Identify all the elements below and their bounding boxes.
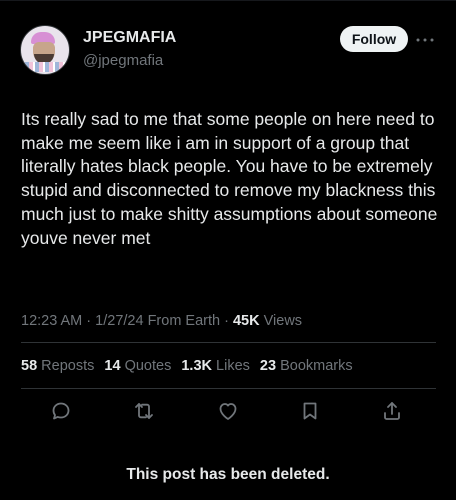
stat-likes[interactable]: 1.3K Likes xyxy=(181,358,250,374)
stat-bookmarks[interactable]: 23 Bookmarks xyxy=(260,358,353,374)
views-label: Views xyxy=(263,313,303,329)
post-text: Its really sad to me that some people on… xyxy=(21,109,443,248)
stat-reposts[interactable]: 58 Reposts xyxy=(21,358,94,374)
post-date[interactable]: 1/27/24 xyxy=(95,313,143,329)
stat-label: Likes xyxy=(216,358,250,374)
post-meta: 12:23 AM · 1/27/24 From Earth · 45K View… xyxy=(21,313,302,329)
meta-separator: · xyxy=(86,313,96,329)
author-display-name[interactable]: JPEGMAFIA xyxy=(83,29,176,47)
divider xyxy=(21,388,436,389)
avatar-stickers xyxy=(25,62,65,72)
stat-quotes[interactable]: 14 Quotes xyxy=(104,358,171,374)
author-handle[interactable]: @jpegmafia xyxy=(83,52,163,69)
post-time[interactable]: 12:23 AM xyxy=(21,313,82,329)
stat-count: 14 xyxy=(104,358,121,374)
post-source-text: From Earth xyxy=(147,313,221,329)
views-count: 45K xyxy=(232,313,260,329)
action-bar xyxy=(0,399,456,427)
stat-count: 1.3K xyxy=(181,358,212,374)
repost-icon[interactable] xyxy=(132,399,156,423)
divider xyxy=(21,342,436,343)
engagement-stats: 58 Reposts 14 Quotes 1.3K Likes 23 Bookm… xyxy=(21,358,359,374)
stat-count: 58 xyxy=(21,358,38,374)
avatar[interactable] xyxy=(20,25,70,75)
deleted-banner: This post has been deleted. xyxy=(126,466,330,483)
reply-icon[interactable] xyxy=(49,399,73,423)
bookmark-icon[interactable] xyxy=(298,399,322,423)
stat-label: Reposts xyxy=(41,358,95,374)
post-source: From Earth xyxy=(148,313,221,329)
post-card: JPEGMAFIA @jpegmafia Follow Its really s… xyxy=(0,0,456,451)
follow-button[interactable]: Follow xyxy=(340,26,408,52)
meta-separator: · xyxy=(224,313,233,329)
stat-label: Quotes xyxy=(124,358,172,374)
share-icon[interactable] xyxy=(380,399,404,423)
like-icon[interactable] xyxy=(216,399,240,423)
stat-label: Bookmarks xyxy=(280,358,353,374)
stat-count: 23 xyxy=(259,358,277,374)
more-dots-icon[interactable] xyxy=(415,32,435,42)
